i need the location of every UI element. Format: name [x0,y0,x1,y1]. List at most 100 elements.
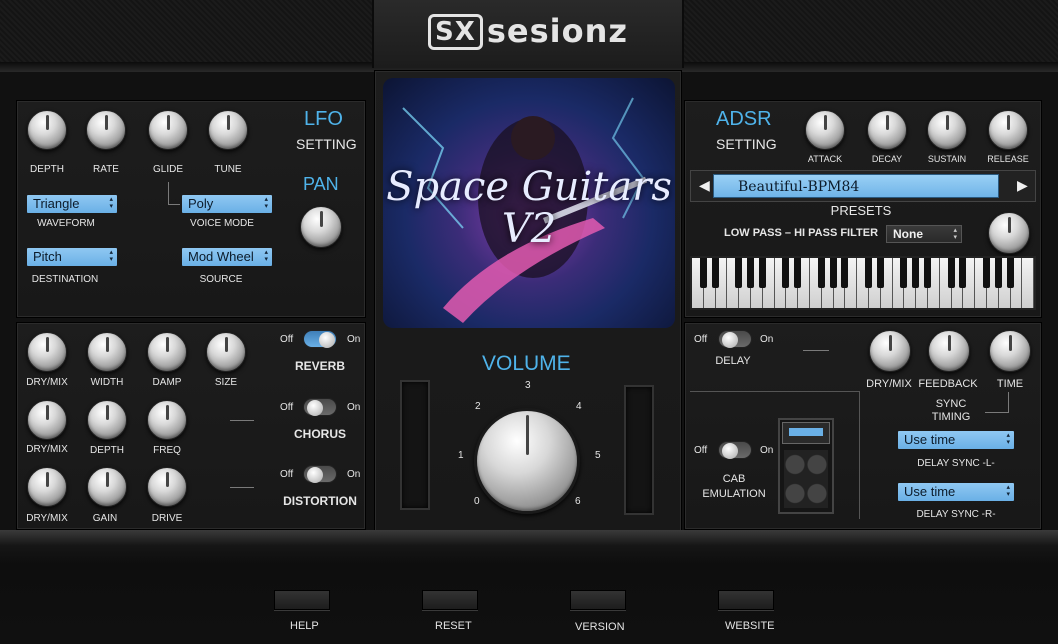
piano-black-key[interactable] [699,258,707,288]
piano-white-key[interactable] [809,258,825,308]
delay-time-knob[interactable] [989,330,1031,372]
piano-black-key[interactable] [841,258,849,288]
piano-black-key[interactable] [794,258,802,288]
reverb-width-knob[interactable] [87,332,127,372]
piano-white-key[interactable] [692,258,707,308]
piano-white-key[interactable] [1022,258,1035,308]
piano-white-key[interactable] [939,258,955,308]
piano-black-key[interactable] [982,258,990,288]
distortion-drive-knob[interactable] [147,467,187,507]
sustain-knob[interactable] [927,110,967,150]
delay-feedback-label: FEEDBACK [918,378,978,390]
piano-black-key[interactable] [864,258,872,288]
cab-toggle[interactable] [718,441,752,459]
divider-line [859,391,860,519]
reverb-toggle[interactable] [303,330,337,348]
chorus-drymix-knob[interactable] [27,400,67,440]
preset-prev-icon[interactable]: ◀ [699,177,710,194]
website-button[interactable] [718,590,774,610]
piano-black-key[interactable] [900,258,908,288]
pan-knob[interactable] [300,206,342,248]
adsr-title: ADSR [716,108,772,130]
piano-black-key[interactable] [959,258,967,288]
version-label: VERSION [575,621,625,633]
piano-black-key[interactable] [994,258,1002,288]
preset-next-icon[interactable]: ▶ [1017,177,1028,194]
volume-scale-1: 1 [458,450,464,461]
lfo-glide-knob[interactable] [148,110,188,150]
distortion-gain-knob[interactable] [87,467,127,507]
volume-scale-5: 5 [595,450,601,461]
connector-line [168,204,180,205]
brand-logo: SX sesionz [374,12,682,50]
chorus-depth-knob[interactable] [87,400,127,440]
piano-black-key[interactable] [829,258,837,288]
delay-feedback-knob[interactable] [928,330,970,372]
piano-black-key[interactable] [782,258,790,288]
release-knob[interactable] [988,110,1028,150]
reverb-width-label: WIDTH [90,377,124,388]
filter-select[interactable]: None [886,225,962,243]
reverb-damp-knob[interactable] [147,332,187,372]
help-label: HELP [290,620,319,632]
piano-black-key[interactable] [912,258,920,288]
piano-black-key[interactable] [817,258,825,288]
delay-drymix-knob[interactable] [869,330,911,372]
piano-white-key[interactable] [975,258,990,308]
piano-white-key[interactable] [857,258,872,308]
attack-knob[interactable] [805,110,845,150]
logo-text: sesionz [486,12,628,50]
piano-keyboard[interactable] [690,256,1036,310]
reverb-size-knob[interactable] [206,332,246,372]
voice-mode-label: VOICE MODE [190,218,254,229]
piano-black-key[interactable] [758,258,766,288]
volume-title: VOLUME [482,352,571,375]
divider-line [230,487,254,488]
piano-white-key[interactable] [727,258,743,308]
lfo-tune-knob[interactable] [208,110,248,150]
preset-current[interactable]: Beautiful-BPM84 [713,174,999,198]
piano-black-key[interactable] [876,258,884,288]
cab-on-label: On [760,445,774,456]
piano-black-key[interactable] [947,258,955,288]
help-button[interactable] [274,590,330,610]
lfo-depth-knob[interactable] [27,110,67,150]
lfo-tune-label: TUNE [214,164,242,175]
reset-button[interactable] [422,590,478,610]
waveform-label: WAVEFORM [37,218,95,229]
delay-sync-l-select[interactable]: Use time [898,431,1014,449]
piano-black-key[interactable] [1006,258,1014,288]
delay-sync-r-select[interactable]: Use time [898,483,1014,501]
piano-white-key[interactable] [892,258,908,308]
chorus-title: CHORUS [293,427,346,441]
source-select[interactable]: Mod Wheel [182,248,272,266]
toggle-thumb [307,467,323,483]
volume-scale-4: 4 [576,401,582,412]
piano-black-key[interactable] [711,258,719,288]
piano-black-key[interactable] [735,258,743,288]
version-button[interactable] [570,590,626,610]
piano-white-key[interactable] [774,258,790,308]
distortion-gain-label: GAIN [92,513,118,524]
distortion-drymix-knob[interactable] [27,467,67,507]
lfo-rate-knob[interactable] [86,110,126,150]
chorus-toggle[interactable] [303,398,337,416]
distortion-toggle[interactable] [303,465,337,483]
source-label: SOURCE [199,274,243,285]
voice-mode-select[interactable]: Poly [182,195,272,213]
release-label: RELEASE [987,154,1029,164]
decay-knob[interactable] [867,110,907,150]
waveform-select[interactable]: Triangle [27,195,117,213]
piano-black-key[interactable] [923,258,931,288]
reset-label: RESET [435,620,472,632]
piano-black-key[interactable] [746,258,754,288]
volume-knob[interactable] [474,408,580,514]
delay-title: DELAY [715,355,751,367]
chorus-freq-knob[interactable] [147,400,187,440]
delay-toggle[interactable] [718,330,752,348]
lfo-rate-label: RATE [93,164,119,175]
artwork-title-line1: Space Guitars [386,164,672,210]
filter-knob[interactable] [988,212,1030,254]
destination-select[interactable]: Pitch [27,248,117,266]
reverb-drymix-knob[interactable] [27,332,67,372]
